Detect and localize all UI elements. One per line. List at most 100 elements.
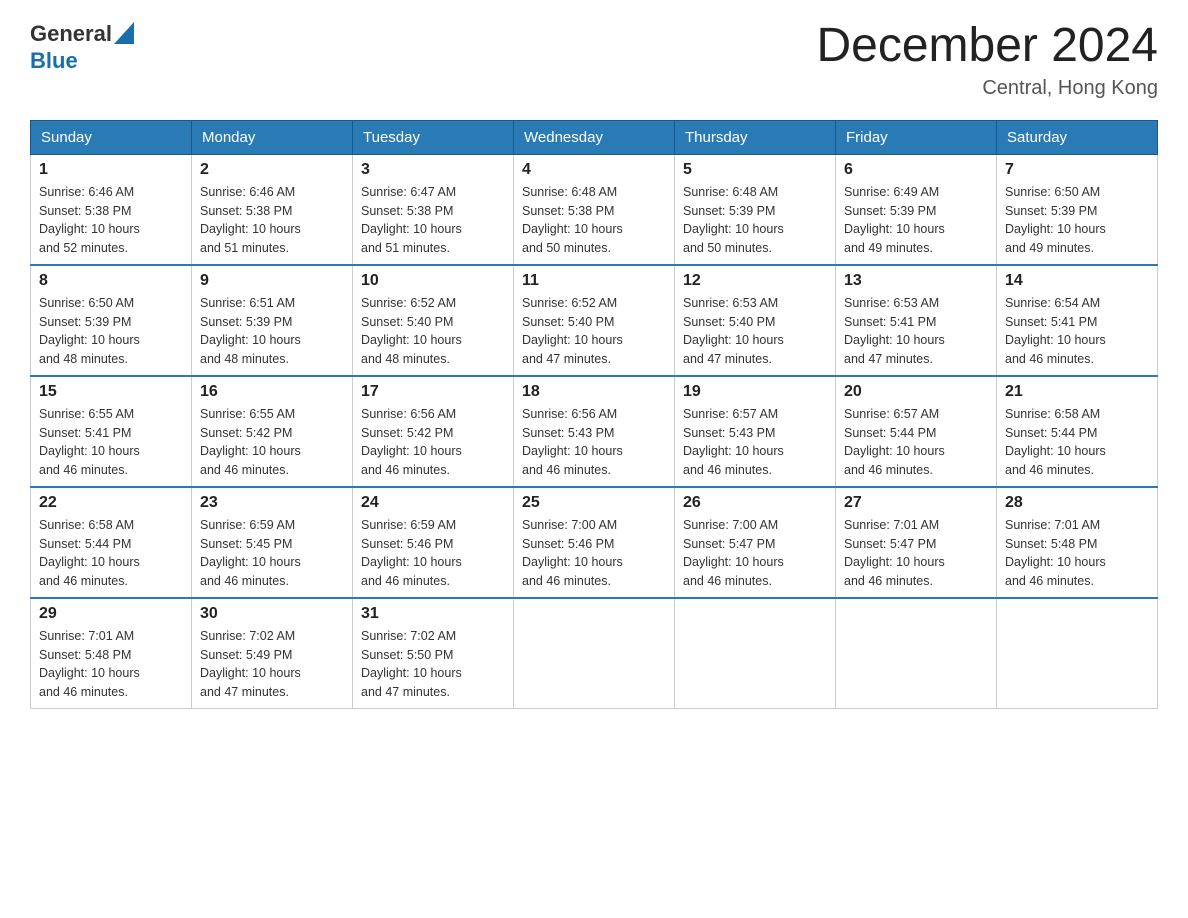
- calendar-cell: 18 Sunrise: 6:56 AMSunset: 5:43 PMDayligh…: [514, 376, 675, 487]
- weekday-header-sunday: Sunday: [31, 120, 192, 154]
- title-section: December 2024 Central, Hong Kong: [816, 20, 1158, 100]
- day-number: 24: [361, 494, 505, 512]
- calendar-cell: 10 Sunrise: 6:52 AMSunset: 5:40 PMDayligh…: [353, 265, 514, 376]
- day-number: 14: [1005, 272, 1149, 290]
- day-info: Sunrise: 6:48 AMSunset: 5:39 PMDaylight:…: [683, 183, 827, 258]
- day-info: Sunrise: 6:49 AMSunset: 5:39 PMDaylight:…: [844, 183, 988, 258]
- day-info: Sunrise: 6:55 AMSunset: 5:41 PMDaylight:…: [39, 405, 183, 480]
- day-info: Sunrise: 6:46 AMSunset: 5:38 PMDaylight:…: [39, 183, 183, 258]
- weekday-header-row: SundayMondayTuesdayWednesdayThursdayFrid…: [31, 120, 1158, 154]
- calendar-cell: 30 Sunrise: 7:02 AMSunset: 5:49 PMDayligh…: [192, 598, 353, 709]
- calendar-cell: 11 Sunrise: 6:52 AMSunset: 5:40 PMDayligh…: [514, 265, 675, 376]
- weekday-header-thursday: Thursday: [675, 120, 836, 154]
- day-info: Sunrise: 6:59 AMSunset: 5:46 PMDaylight:…: [361, 516, 505, 591]
- day-number: 6: [844, 161, 988, 179]
- logo-blue-text: Blue: [30, 49, 134, 73]
- day-info: Sunrise: 6:54 AMSunset: 5:41 PMDaylight:…: [1005, 294, 1149, 369]
- calendar-cell: 9 Sunrise: 6:51 AMSunset: 5:39 PMDaylight…: [192, 265, 353, 376]
- weekday-header-monday: Monday: [192, 120, 353, 154]
- calendar-cell: [836, 598, 997, 709]
- calendar-cell: 20Sunrise: 6:57 AMSunset: 5:44 PMDayligh…: [836, 376, 997, 487]
- calendar-cell: 2 Sunrise: 6:46 AMSunset: 5:38 PMDaylight…: [192, 154, 353, 265]
- day-info: Sunrise: 6:57 AMSunset: 5:43 PMDaylight:…: [683, 405, 827, 480]
- calendar-cell: 29 Sunrise: 7:01 AMSunset: 5:48 PMDayligh…: [31, 598, 192, 709]
- day-number: 9: [200, 272, 344, 290]
- logo-triangle-icon: [114, 22, 134, 44]
- weekday-header-tuesday: Tuesday: [353, 120, 514, 154]
- day-info: Sunrise: 7:00 AMSunset: 5:47 PMDaylight:…: [683, 516, 827, 591]
- day-info: Sunrise: 6:59 AMSunset: 5:45 PMDaylight:…: [200, 516, 344, 591]
- calendar-cell: 25 Sunrise: 7:00 AMSunset: 5:46 PMDayligh…: [514, 487, 675, 598]
- calendar-cell: 28 Sunrise: 7:01 AMSunset: 5:48 PMDayligh…: [997, 487, 1158, 598]
- calendar-week-row: 29 Sunrise: 7:01 AMSunset: 5:48 PMDayligh…: [31, 598, 1158, 709]
- calendar-cell: 19 Sunrise: 6:57 AMSunset: 5:43 PMDayligh…: [675, 376, 836, 487]
- calendar-cell: 14 Sunrise: 6:54 AMSunset: 5:41 PMDayligh…: [997, 265, 1158, 376]
- calendar-cell: 13 Sunrise: 6:53 AMSunset: 5:41 PMDayligh…: [836, 265, 997, 376]
- calendar-cell: 4 Sunrise: 6:48 AMSunset: 5:38 PMDaylight…: [514, 154, 675, 265]
- day-number: 28: [1005, 494, 1149, 512]
- calendar-cell: 27 Sunrise: 7:01 AMSunset: 5:47 PMDayligh…: [836, 487, 997, 598]
- calendar-table: SundayMondayTuesdayWednesdayThursdayFrid…: [30, 120, 1158, 709]
- day-number: 17: [361, 383, 505, 401]
- day-number: 10: [361, 272, 505, 290]
- day-number: 7: [1005, 161, 1149, 179]
- day-number: 19: [683, 383, 827, 401]
- day-number: 16: [200, 383, 344, 401]
- day-number: 21: [1005, 383, 1149, 401]
- day-info: Sunrise: 6:51 AMSunset: 5:39 PMDaylight:…: [200, 294, 344, 369]
- calendar-cell: 6 Sunrise: 6:49 AMSunset: 5:39 PMDaylight…: [836, 154, 997, 265]
- weekday-header-friday: Friday: [836, 120, 997, 154]
- day-number: 25: [522, 494, 666, 512]
- day-number: 18: [522, 383, 666, 401]
- day-number: 12: [683, 272, 827, 290]
- day-info: Sunrise: 6:53 AMSunset: 5:40 PMDaylight:…: [683, 294, 827, 369]
- calendar-cell: 26 Sunrise: 7:00 AMSunset: 5:47 PMDayligh…: [675, 487, 836, 598]
- day-info: Sunrise: 6:52 AMSunset: 5:40 PMDaylight:…: [522, 294, 666, 369]
- day-number: 13: [844, 272, 988, 290]
- day-number: 2: [200, 161, 344, 179]
- calendar-cell: 15 Sunrise: 6:55 AMSunset: 5:41 PMDayligh…: [31, 376, 192, 487]
- day-number: 3: [361, 161, 505, 179]
- day-info: Sunrise: 7:00 AMSunset: 5:46 PMDaylight:…: [522, 516, 666, 591]
- day-info: Sunrise: 6:50 AMSunset: 5:39 PMDaylight:…: [1005, 183, 1149, 258]
- day-number: 23: [200, 494, 344, 512]
- calendar-cell: 1 Sunrise: 6:46 AMSunset: 5:38 PMDaylight…: [31, 154, 192, 265]
- page-header: General Blue December 2024 Central, Hong…: [30, 20, 1158, 100]
- day-info: Sunrise: 7:02 AMSunset: 5:50 PMDaylight:…: [361, 627, 505, 702]
- day-number: 30: [200, 605, 344, 623]
- calendar-cell: 7 Sunrise: 6:50 AMSunset: 5:39 PMDaylight…: [997, 154, 1158, 265]
- day-number: 22: [39, 494, 183, 512]
- day-info: Sunrise: 6:48 AMSunset: 5:38 PMDaylight:…: [522, 183, 666, 258]
- day-info: Sunrise: 7:01 AMSunset: 5:48 PMDaylight:…: [39, 627, 183, 702]
- calendar-week-row: 22 Sunrise: 6:58 AMSunset: 5:44 PMDayligh…: [31, 487, 1158, 598]
- calendar-cell: 24 Sunrise: 6:59 AMSunset: 5:46 PMDayligh…: [353, 487, 514, 598]
- day-info: Sunrise: 7:01 AMSunset: 5:47 PMDaylight:…: [844, 516, 988, 591]
- day-number: 11: [522, 272, 666, 290]
- day-number: 31: [361, 605, 505, 623]
- day-info: Sunrise: 7:02 AMSunset: 5:49 PMDaylight:…: [200, 627, 344, 702]
- calendar-cell: 22 Sunrise: 6:58 AMSunset: 5:44 PMDayligh…: [31, 487, 192, 598]
- day-number: 4: [522, 161, 666, 179]
- day-number: 26: [683, 494, 827, 512]
- month-title: December 2024: [816, 20, 1158, 73]
- day-number: 15: [39, 383, 183, 401]
- day-number: 1: [39, 161, 183, 179]
- day-info: Sunrise: 6:58 AMSunset: 5:44 PMDaylight:…: [39, 516, 183, 591]
- day-info: Sunrise: 6:52 AMSunset: 5:40 PMDaylight:…: [361, 294, 505, 369]
- calendar-cell: 16Sunrise: 6:55 AMSunset: 5:42 PMDayligh…: [192, 376, 353, 487]
- day-info: Sunrise: 6:53 AMSunset: 5:41 PMDaylight:…: [844, 294, 988, 369]
- weekday-header-wednesday: Wednesday: [514, 120, 675, 154]
- day-info: Sunrise: 6:56 AMSunset: 5:43 PMDaylight:…: [522, 405, 666, 480]
- calendar-cell: [675, 598, 836, 709]
- calendar-cell: 21 Sunrise: 6:58 AMSunset: 5:44 PMDayligh…: [997, 376, 1158, 487]
- day-number: 29: [39, 605, 183, 623]
- logo: General Blue: [30, 20, 134, 73]
- day-info: Sunrise: 6:58 AMSunset: 5:44 PMDaylight:…: [1005, 405, 1149, 480]
- day-info: Sunrise: 6:50 AMSunset: 5:39 PMDaylight:…: [39, 294, 183, 369]
- day-info: Sunrise: 6:46 AMSunset: 5:38 PMDaylight:…: [200, 183, 344, 258]
- calendar-cell: 5Sunrise: 6:48 AMSunset: 5:39 PMDaylight…: [675, 154, 836, 265]
- day-info: Sunrise: 7:01 AMSunset: 5:48 PMDaylight:…: [1005, 516, 1149, 591]
- day-number: 27: [844, 494, 988, 512]
- day-info: Sunrise: 6:47 AMSunset: 5:38 PMDaylight:…: [361, 183, 505, 258]
- calendar-cell: [997, 598, 1158, 709]
